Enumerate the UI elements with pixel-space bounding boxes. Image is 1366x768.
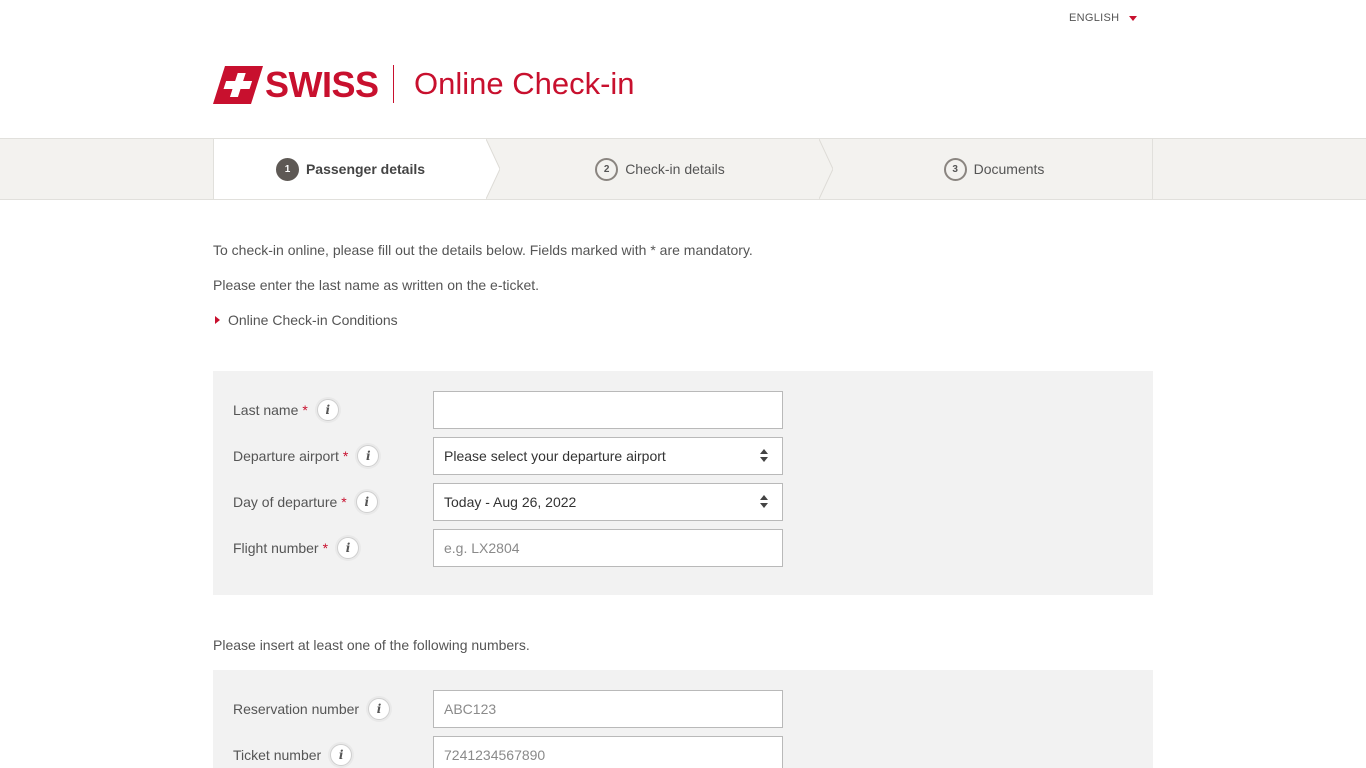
step-passenger-details[interactable]: 1 Passenger details: [214, 139, 487, 199]
step-separator-icon: [819, 139, 833, 199]
check-in-conditions-link[interactable]: Online Check-in Conditions: [213, 312, 398, 328]
flight-number-input[interactable]: [433, 529, 783, 567]
departure-airport-label-wrap: Departure airport * i: [233, 437, 380, 475]
select-arrows-icon: [760, 449, 768, 462]
language-label: ENGLISH: [1069, 12, 1120, 24]
day-of-departure-select[interactable]: Today - Aug 26, 2022: [433, 483, 783, 521]
caret-right-icon: [215, 316, 220, 324]
swiss-flag-icon: [213, 66, 263, 104]
flight-number-label: Flight number: [233, 540, 319, 556]
passenger-details-form: Last name * i Departure airport * i Plea…: [213, 371, 1153, 595]
step-number: 1: [275, 157, 299, 181]
step-check-in-details[interactable]: 2 Check-in details: [500, 139, 820, 199]
info-icon[interactable]: i: [316, 399, 339, 421]
info-icon[interactable]: i: [368, 698, 391, 720]
last-name-row: Last name * i: [233, 391, 1113, 429]
step-label: Check-in details: [625, 161, 725, 177]
required-marker: *: [341, 494, 347, 510]
last-name-label-wrap: Last name * i: [233, 391, 339, 429]
reservation-number-label: Reservation number: [233, 701, 360, 717]
day-of-departure-label: Day of departure: [233, 494, 338, 510]
step-separator-icon: [486, 139, 500, 199]
progress-steps-bar: 1 Passenger details 2 Check-in details 3…: [0, 138, 1366, 200]
reservation-number-label-wrap: Reservation number i: [233, 690, 391, 728]
ticket-number-label: Ticket number: [233, 747, 322, 763]
numbers-instruction: Please insert at least one of the follow…: [213, 637, 530, 653]
language-selector[interactable]: ENGLISH: [1069, 12, 1138, 24]
info-icon[interactable]: i: [337, 537, 360, 559]
ticket-number-input[interactable]: [433, 736, 783, 768]
step-label: Documents: [973, 161, 1045, 177]
step-number: 2: [595, 157, 619, 181]
departure-airport-label: Departure airport: [233, 448, 339, 464]
required-marker: *: [322, 540, 329, 556]
select-arrows-icon: [760, 495, 768, 508]
flight-number-label-wrap: Flight number * i: [233, 529, 360, 567]
booking-numbers-form: Reservation number i Ticket number i: [213, 670, 1153, 768]
required-marker: *: [302, 402, 308, 418]
header-divider: [393, 65, 394, 103]
day-of-departure-label-wrap: Day of departure * i: [233, 483, 378, 521]
reservation-number-input[interactable]: [433, 690, 783, 728]
intro-mandatory-text: To check-in online, please fill out the …: [213, 242, 753, 258]
brand-name: SWISS: [265, 64, 379, 105]
swiss-logo[interactable]: SWISS: [213, 66, 379, 104]
step-documents[interactable]: 3 Documents: [834, 139, 1154, 199]
departure-airport-select[interactable]: Please select your departure airport: [433, 437, 783, 475]
flight-number-row: Flight number * i: [233, 529, 1113, 567]
step-number: 3: [943, 157, 967, 181]
departure-airport-value: Please select your departure airport: [444, 448, 666, 464]
page-title: Online Check-in: [414, 66, 635, 101]
departure-airport-row: Departure airport * i Please select your…: [233, 437, 1113, 475]
last-name-input[interactable]: [433, 391, 783, 429]
ticket-number-row: Ticket number i: [233, 736, 1113, 768]
step-label: Passenger details: [305, 161, 426, 177]
required-marker: *: [342, 448, 349, 464]
intro-last-name-text: Please enter the last name as written on…: [213, 277, 540, 293]
chevron-down-icon: [1129, 15, 1138, 21]
reservation-number-row: Reservation number i: [233, 690, 1113, 728]
day-of-departure-row: Day of departure * i Today - Aug 26, 202…: [233, 483, 1113, 521]
info-icon[interactable]: i: [330, 744, 353, 766]
last-name-label: Last name: [233, 402, 299, 418]
conditions-link-label: Online Check-in Conditions: [228, 312, 398, 328]
info-icon[interactable]: i: [357, 445, 380, 467]
day-of-departure-value: Today - Aug 26, 2022: [444, 494, 577, 510]
info-icon[interactable]: i: [355, 491, 378, 513]
ticket-number-label-wrap: Ticket number i: [233, 736, 353, 768]
progress-steps: 1 Passenger details 2 Check-in details 3…: [213, 139, 1153, 199]
